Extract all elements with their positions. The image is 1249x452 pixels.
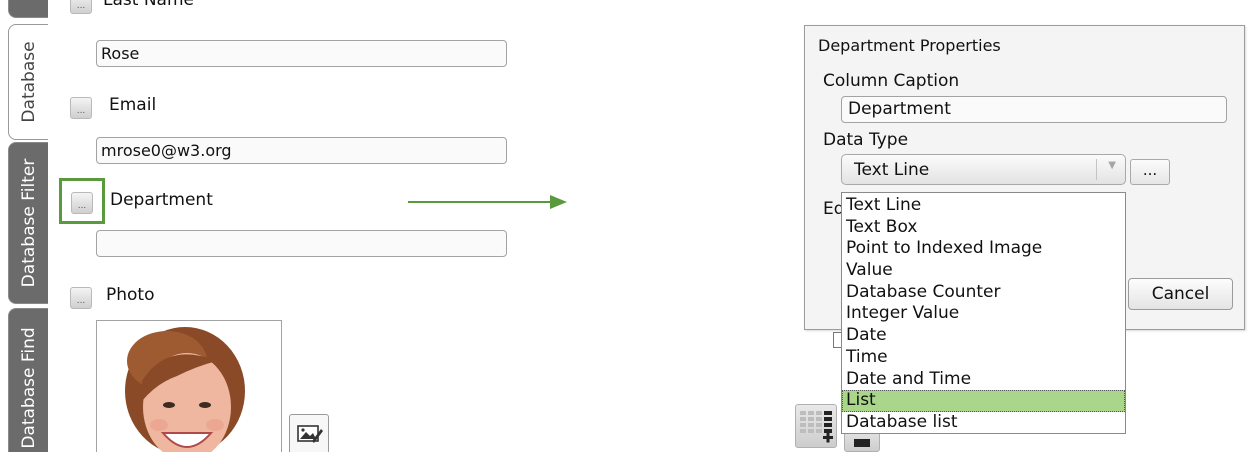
tab-top-partial[interactable] (8, 0, 48, 18)
last-name-field[interactable]: Rose (96, 40, 507, 67)
image-edit-icon (297, 425, 323, 443)
email-label: Email (109, 95, 157, 115)
dropdown-option[interactable]: Date and Time (842, 369, 1125, 391)
table-add-icon (800, 411, 833, 443)
dropdown-option[interactable]: Integer Value (842, 303, 1125, 325)
photo-options-button[interactable]: ... (70, 287, 92, 309)
data-type-label: Data Type (823, 130, 909, 150)
dropdown-option[interactable]: Database list (842, 412, 1125, 434)
screen: Database Database Filter Database Find .… (0, 0, 1249, 452)
tab-database-find[interactable]: Database Find (8, 308, 48, 452)
last-name-options-button[interactable]: ... (70, 0, 92, 14)
dropdown-option[interactable]: Time (842, 347, 1125, 369)
tab-database-label: Database (18, 41, 39, 123)
photo-thumbnail[interactable] (96, 320, 282, 452)
dropdown-option-selected[interactable]: List (842, 390, 1125, 412)
department-field[interactable] (96, 230, 507, 257)
data-type-select[interactable]: Text Line ▼ (841, 154, 1126, 185)
email-options-button[interactable]: ... (70, 97, 92, 119)
data-type-dropdown-list: Text Line Text Box Point to Indexed Imag… (841, 192, 1126, 434)
column-caption-input[interactable]: Department (841, 96, 1227, 123)
chevron-down-icon: ▼ (1108, 160, 1116, 171)
photo-label: Photo (106, 285, 155, 305)
dropdown-option[interactable]: Point to Indexed Image (842, 238, 1125, 260)
tab-database-filter[interactable]: Database Filter (8, 142, 48, 304)
portrait-image (97, 321, 281, 452)
dropdown-option[interactable]: Value (842, 260, 1125, 282)
tab-database[interactable]: Database (8, 24, 48, 140)
dropdown-option[interactable]: Text Line (842, 195, 1125, 217)
table-add-row-button[interactable] (795, 404, 837, 448)
department-label: Department (110, 190, 213, 210)
callout-arrow-icon (408, 195, 567, 209)
tab-database-filter-label: Database Filter (18, 158, 39, 288)
select-separator (1096, 159, 1097, 180)
email-field[interactable]: mrose0@w3.org (96, 137, 507, 164)
dropdown-option[interactable]: Date (842, 325, 1125, 347)
data-type-options-button[interactable]: ... (1130, 159, 1170, 185)
data-type-select-value: Text Line (854, 160, 930, 180)
last-name-label: Last Name (103, 0, 194, 10)
dropdown-option[interactable]: Database Counter (842, 282, 1125, 304)
tab-database-find-label: Database Find (18, 327, 39, 449)
dialog-title: Department Properties (818, 36, 1001, 55)
dropdown-option[interactable]: Text Box (842, 217, 1125, 239)
department-options-highlight (59, 178, 105, 224)
column-caption-label: Column Caption (823, 71, 960, 91)
cancel-button[interactable]: Cancel (1128, 278, 1233, 310)
insert-image-button[interactable] (289, 414, 329, 452)
